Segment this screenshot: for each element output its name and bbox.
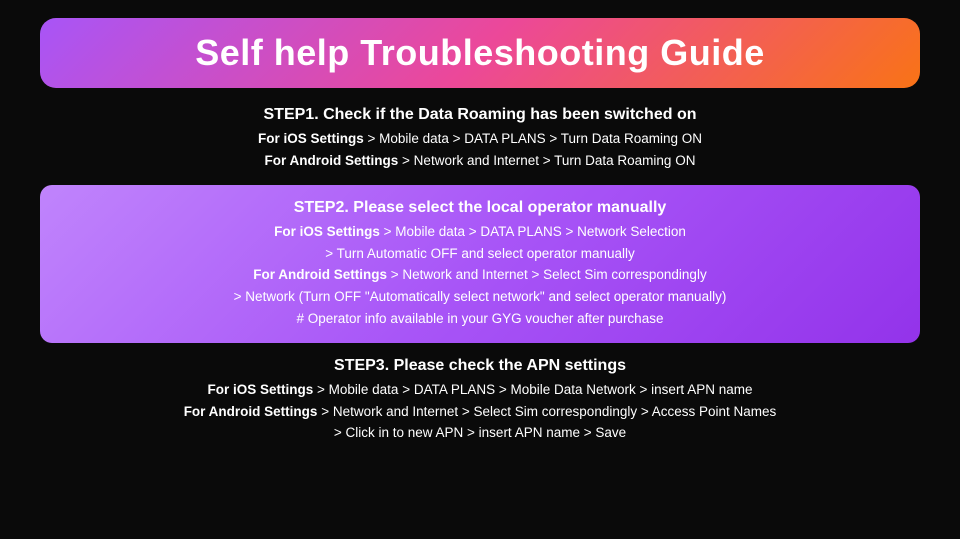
step2-line5: # Operator info available in your GYG vo… [70, 308, 890, 330]
step3-android-label: For Android Settings [184, 404, 318, 419]
step1-line2: For Android Settings > Network and Inter… [40, 150, 920, 172]
step2-title: STEP2. Please select the local operator … [70, 199, 890, 217]
step3-title: STEP3. Please check the APN settings [40, 357, 920, 375]
step3-section: STEP3. Please check the APN settings For… [40, 357, 920, 444]
step3-line3: > Click in to new APN > insert APN name … [40, 422, 920, 444]
step3-ios-rest: > Mobile data > DATA PLANS > Mobile Data… [313, 382, 752, 397]
step2-line1: For iOS Settings > Mobile data > DATA PL… [70, 221, 890, 243]
step2-line2: > Turn Automatic OFF and select operator… [70, 243, 890, 265]
step1-title: STEP1. Check if the Data Roaming has bee… [40, 106, 920, 124]
step2-line3: For Android Settings > Network and Inter… [70, 264, 890, 286]
step2-android-label: For Android Settings [253, 267, 387, 282]
step1-android-rest: > Network and Internet > Turn Data Roami… [398, 153, 695, 168]
step1-ios-label: For iOS Settings [258, 131, 364, 146]
step2-section: STEP2. Please select the local operator … [40, 185, 920, 343]
step1-section: STEP1. Check if the Data Roaming has bee… [40, 106, 920, 171]
step2-line4: > Network (Turn OFF "Automatically selec… [70, 286, 890, 308]
step3-android-rest: > Network and Internet > Select Sim corr… [317, 404, 776, 419]
page-title: Self help Troubleshooting Guide [195, 32, 765, 73]
step2-ios-label: For iOS Settings [274, 224, 380, 239]
step3-ios-label: For iOS Settings [208, 382, 314, 397]
title-banner: Self help Troubleshooting Guide [40, 18, 920, 88]
step3-line2: For Android Settings > Network and Inter… [40, 401, 920, 423]
step1-android-label: For Android Settings [265, 153, 399, 168]
step1-ios-rest: > Mobile data > DATA PLANS > Turn Data R… [364, 131, 702, 146]
step2-ios-rest: > Mobile data > DATA PLANS > Network Sel… [380, 224, 686, 239]
step2-android-rest: > Network and Internet > Select Sim corr… [387, 267, 707, 282]
step1-line1: For iOS Settings > Mobile data > DATA PL… [40, 128, 920, 150]
step3-line1: For iOS Settings > Mobile data > DATA PL… [40, 379, 920, 401]
